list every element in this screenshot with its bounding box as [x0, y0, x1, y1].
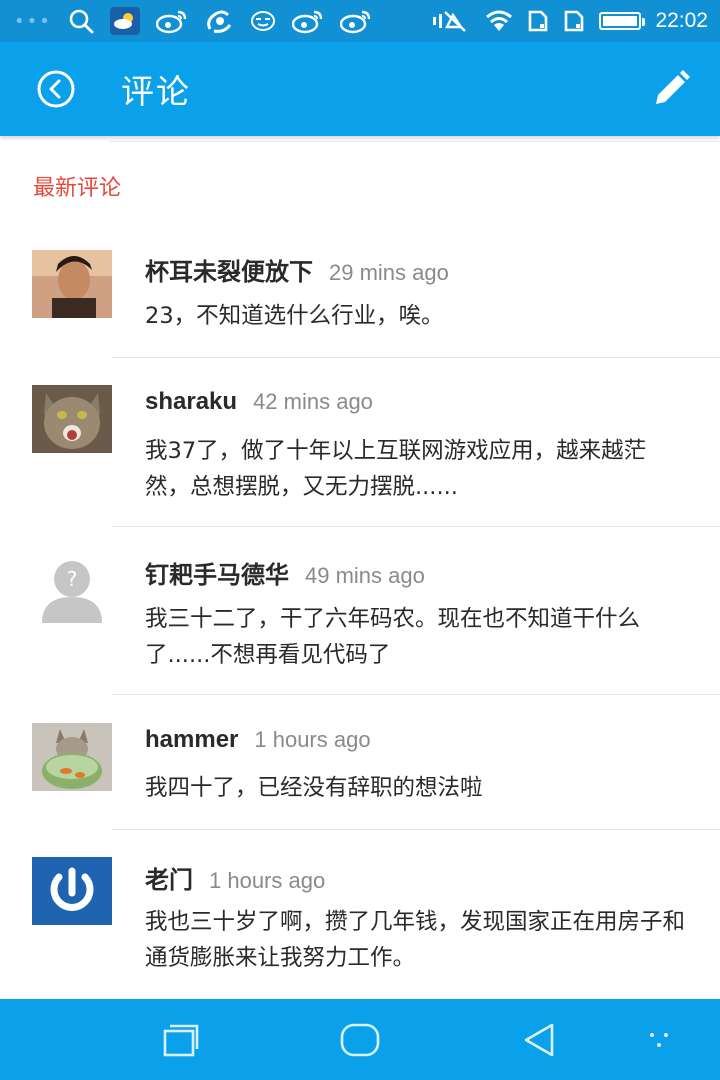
battery-icon: [599, 12, 646, 30]
comment-time: 42 mins ago: [253, 389, 373, 414]
cat-photo-icon: [32, 385, 112, 453]
mask-icon: [250, 9, 276, 33]
home-icon: [340, 1023, 380, 1057]
comment-time: 49 mins ago: [305, 563, 425, 588]
comment-time: 29 mins ago: [329, 260, 449, 285]
status-bar-left: •••: [14, 7, 372, 35]
section-label-latest-comments: 最新评论: [33, 176, 122, 201]
avatar[interactable]: ?: [32, 553, 112, 625]
search-icon: [68, 8, 94, 34]
nav-back-button[interactable]: [516, 1017, 562, 1063]
home-button[interactable]: [337, 1017, 383, 1063]
wifi-icon: [485, 9, 513, 33]
comment-header: 钉耙手马德华 49 mins ago: [145, 555, 425, 590]
sim-icon: [563, 9, 585, 33]
status-bar: ••• 22:02: [0, 0, 720, 42]
pencil-icon: [656, 70, 690, 104]
weibo-icon: [339, 8, 372, 34]
weather-icon: [109, 7, 140, 35]
comment-header: 杯耳未裂便放下 29 mins ago: [145, 252, 449, 287]
recent-apps-icon: [163, 1024, 199, 1057]
battery-level: [603, 16, 638, 26]
back-triangle-icon: [524, 1023, 554, 1057]
comment-body: 我三十二了，干了六年码农。现在也不知道干什么了......不想再看见代码了: [145, 606, 641, 668]
comment-body: 我也三十岁了啊，攒了几年钱，发现国家正在用房子和通货膨胀来让我努力工作。: [145, 909, 686, 971]
user-photo-icon: [32, 250, 112, 318]
comment-header: 老门 1 hours ago: [145, 860, 325, 895]
avatar[interactable]: [32, 385, 112, 453]
comment-header: hammer 1 hours ago: [145, 726, 371, 754]
weibo-icon: [155, 8, 188, 34]
divider: [110, 141, 720, 142]
clock: 22:02: [655, 9, 708, 32]
default-avatar-icon: ?: [32, 553, 112, 625]
avatar[interactable]: [32, 857, 112, 925]
comment-time: 1 hours ago: [209, 868, 326, 893]
edit-button[interactable]: [650, 68, 692, 110]
sim-icon: [527, 9, 549, 33]
qq-icon: [204, 7, 234, 35]
comment-author[interactable]: hammer: [145, 726, 238, 754]
divider: [112, 526, 720, 527]
app-bar: 评论: [0, 42, 720, 136]
avatar[interactable]: [32, 250, 112, 318]
status-bar-right: 22:02: [431, 9, 708, 33]
page-title: 评论: [121, 72, 191, 111]
comment-author[interactable]: 杯耳未裂便放下: [145, 252, 313, 287]
comment-author[interactable]: sharaku: [145, 388, 237, 416]
cat-fishbowl-photo-icon: [32, 723, 112, 791]
menu-button[interactable]: [636, 1017, 682, 1063]
divider: [112, 694, 720, 695]
svg-text:?: ?: [67, 567, 78, 591]
weibo-icon: [291, 8, 324, 34]
back-circle-icon: [37, 70, 75, 108]
signal-dots-icon: •••: [14, 10, 52, 32]
comment-body: 我四十了，已经没有辞职的想法啦: [145, 775, 483, 801]
power-logo-icon: [32, 857, 112, 925]
comment-body: 23，不知道选什么行业，唉。: [145, 303, 444, 329]
comment-author[interactable]: 老门: [145, 860, 193, 895]
back-button[interactable]: [35, 68, 77, 110]
comment-body: 我37了，做了十年以上互联网游戏应用，越来越茫然，总想摆脱，又无力摆脱.....…: [145, 438, 647, 500]
mute-icon: [431, 9, 471, 33]
divider: [112, 829, 720, 830]
menu-dots-icon: [650, 1033, 668, 1047]
comment-header: sharaku 42 mins ago: [145, 388, 373, 416]
recent-apps-button[interactable]: [158, 1017, 204, 1063]
avatar[interactable]: [32, 723, 112, 791]
comment-author[interactable]: 钉耙手马德华: [145, 555, 289, 590]
comment-time: 1 hours ago: [254, 727, 371, 752]
system-nav-bar: [0, 999, 720, 1080]
divider: [112, 357, 720, 358]
